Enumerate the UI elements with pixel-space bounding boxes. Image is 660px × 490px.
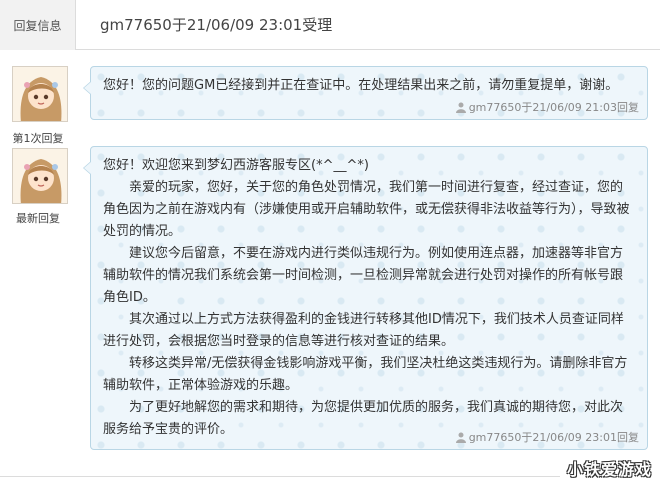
reply-bubble: 您好！您的问题GM已经接到并正在查证中。在处理结果出来之前，请勿重复提单，谢谢。… xyxy=(83,66,648,120)
reply-info-label: 回复信息 xyxy=(0,0,76,50)
message-paragraph: 建议您今后留意，不要在游戏内进行类似违规行为。例如使用连点器，加速器等非官方辅助… xyxy=(103,246,624,305)
ticket-accepted-title: gm77650于21/06/09 23:01受理 xyxy=(100,16,333,34)
message-paragraph: 其次通过以上方式方法获得盈利的金钱进行转移其他ID情况下，我们技术人员查证同样进… xyxy=(103,312,624,349)
reply-stamp-text: gm77650于21/06/09 21:03回复 xyxy=(468,101,639,114)
gm-avatar xyxy=(12,148,68,204)
watermark-text: 小铁爱游戏 xyxy=(566,460,652,479)
reply-bubble: 您好！欢迎您来到梦幻西游客服专区(*^__^*) 亲爱的玩家，您好，关于您的角色… xyxy=(83,146,648,450)
message-paragraph: 亲爱的玩家，您好，关于您的角色处罚情况，我们第一时间进行复查，经过查证，您的角色… xyxy=(103,180,630,239)
avatar-girl-icon xyxy=(13,67,67,121)
latest-reply-label: 最新回复 xyxy=(16,212,60,225)
reply-message: 您好！欢迎您来到梦幻西游客服专区(*^__^*) 亲爱的玩家，您好，关于您的角色… xyxy=(103,155,633,441)
reply-count-label: 第1次回复 xyxy=(12,132,64,145)
reply-stamp: gm77650于21/06/09 21:03回复 xyxy=(455,99,639,115)
gm-avatar xyxy=(12,66,68,122)
greeting-paragraph: 您好！欢迎您来到梦幻西游客服专区(*^__^*) xyxy=(103,158,369,173)
reply-stamp: gm77650于21/06/09 23:01回复 xyxy=(455,429,639,445)
reply-info-header: 回复信息 gm77650于21/06/09 23:01受理 xyxy=(0,0,660,50)
avatar-girl-icon xyxy=(13,149,67,203)
person-icon xyxy=(455,432,466,443)
message-paragraph: 转移这类异常/无偿获得金钱影响游戏平衡，我们坚决杜绝这类违规行为。请删除非官方辅… xyxy=(103,356,628,393)
reply-stamp-text: gm77650于21/06/09 23:01回复 xyxy=(468,431,639,444)
divider xyxy=(0,476,560,477)
reply-message: 您好！您的问题GM已经接到并正在查证中。在处理结果出来之前，请勿重复提单，谢谢。 xyxy=(103,78,619,93)
person-icon xyxy=(455,102,466,113)
